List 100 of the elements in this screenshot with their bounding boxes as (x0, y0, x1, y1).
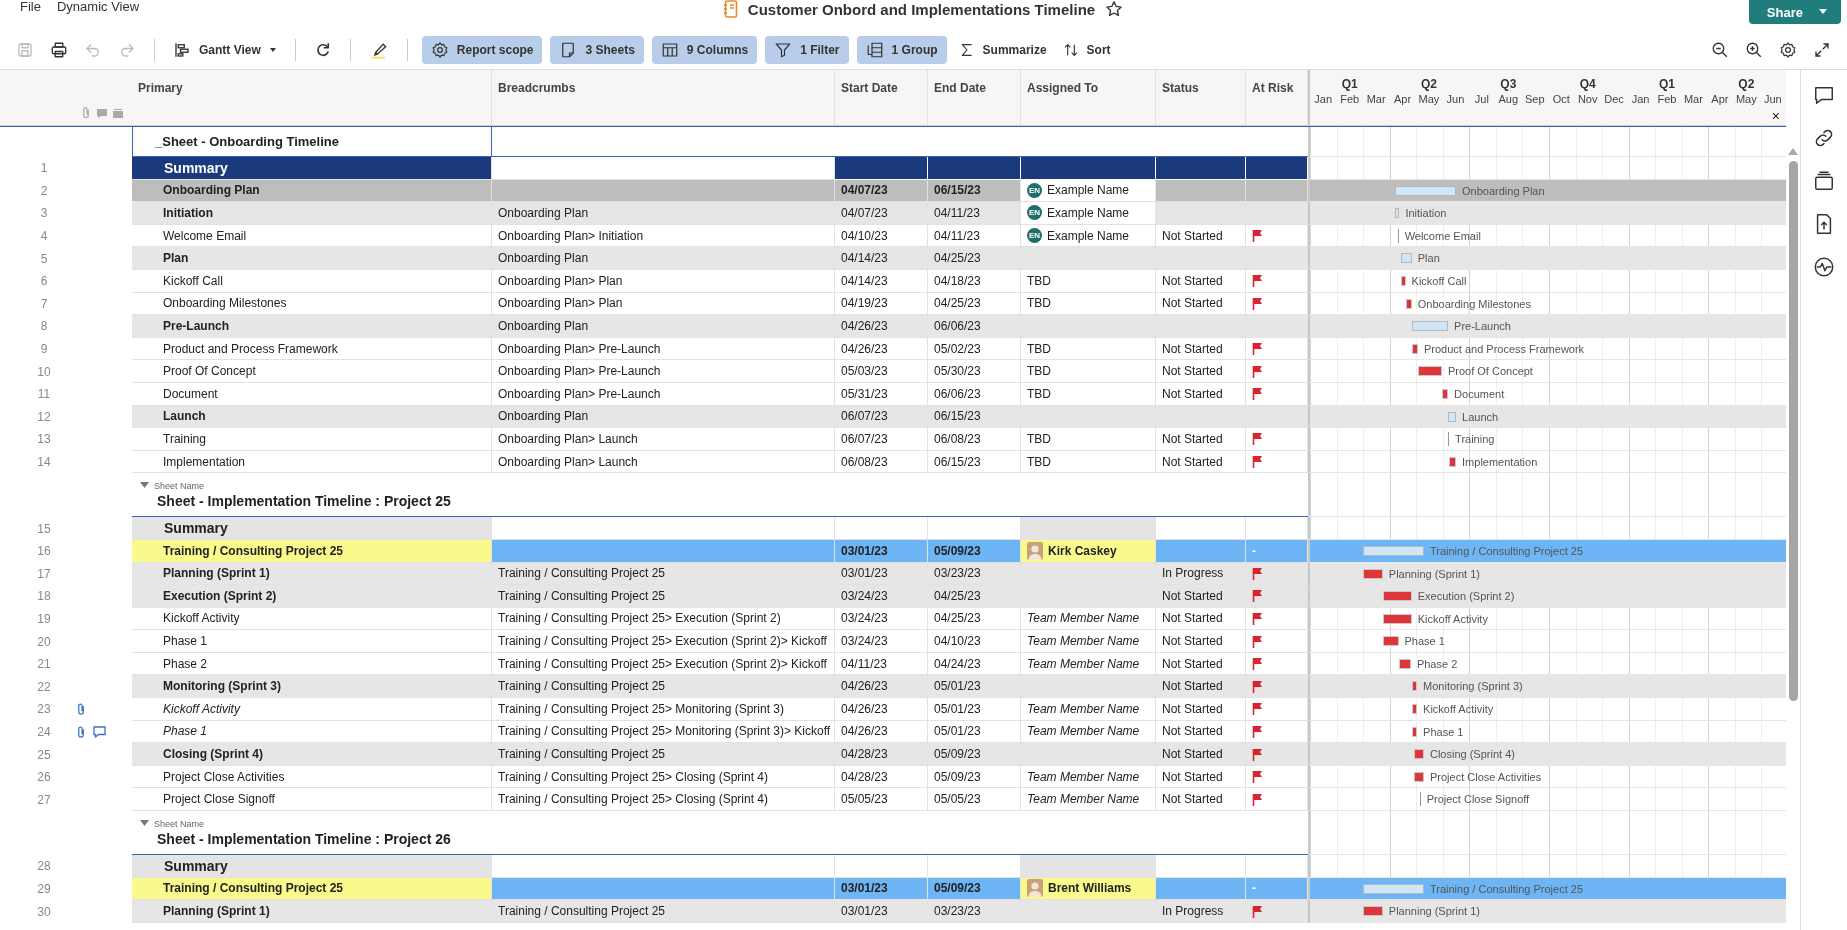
gantt-bar[interactable] (1417, 366, 1442, 377)
gantt-bar[interactable] (1363, 906, 1383, 917)
gantt-bar[interactable] (1382, 613, 1412, 624)
flag-icon[interactable] (1252, 342, 1263, 356)
flag-icon[interactable] (1252, 274, 1263, 288)
table-cell: 06/15/23 (928, 405, 1021, 429)
expand-icon[interactable] (1813, 40, 1831, 59)
month-label: Jan (1313, 93, 1334, 107)
row-number: 22 (36, 679, 52, 694)
toolbar-button[interactable]: 1 Group (856, 35, 947, 64)
toolbar-button[interactable]: Sort (1058, 35, 1115, 64)
gantt-bar[interactable] (1382, 636, 1399, 647)
gantt-bar[interactable] (1441, 388, 1449, 399)
settings-icon[interactable] (1779, 40, 1797, 59)
row-number: 8 (39, 319, 49, 334)
flag-icon[interactable] (1252, 364, 1263, 378)
share-button[interactable]: Share (1748, 0, 1841, 24)
gantt-bar[interactable] (1411, 681, 1418, 692)
flag-icon[interactable] (1252, 679, 1263, 693)
flag-icon[interactable] (1252, 612, 1263, 625)
flag-icon[interactable] (1252, 229, 1263, 243)
table-cell: 06/06/23 (928, 315, 1021, 338)
stack-icon[interactable] (1813, 170, 1835, 192)
gantt-bar-label: Planning (Sprint 1) (1388, 566, 1480, 581)
row-number: 24 (36, 724, 52, 739)
flag-icon[interactable] (1252, 702, 1263, 716)
flag-icon[interactable] (1252, 589, 1263, 603)
table-cell: Training / Consulting Project 25> Closing (Sprint 4) (492, 765, 835, 789)
flag-icon[interactable] (1252, 566, 1263, 580)
gantt-bar[interactable] (1413, 771, 1424, 782)
caret-icon[interactable] (140, 820, 149, 828)
column-header[interactable]: At Risk (1246, 70, 1308, 125)
menu-item[interactable]: Dynamic View (56, 0, 140, 14)
paperclip-icon[interactable] (76, 702, 87, 717)
column-header[interactable]: Breadcrumbs (492, 70, 835, 125)
table-cell: 05/09/23 (928, 765, 1021, 789)
flag-icon[interactable] (1252, 792, 1263, 806)
table-cell: Project Close Signoff (132, 788, 492, 812)
flag-icon[interactable] (1252, 455, 1263, 468)
table-cell: Training / Consulting Project 25 (492, 562, 835, 586)
row-number: 12 (36, 409, 52, 424)
zoom-in-icon[interactable] (1745, 40, 1763, 59)
scroll-up-icon[interactable] (1788, 148, 1798, 155)
gantt-bar[interactable] (1382, 591, 1412, 602)
table-cell: 04/10/23 (928, 630, 1021, 653)
risk-value: - (1252, 881, 1256, 896)
gantt-bar-label: Monitoring (Sprint 3) (1423, 679, 1523, 694)
scrollbar-thumb[interactable] (1788, 161, 1798, 701)
gantt-bar[interactable] (1401, 275, 1406, 286)
flag-icon[interactable] (1252, 387, 1263, 401)
menu-item[interactable]: File (20, 0, 41, 14)
table-cell: Not Started (1156, 743, 1246, 766)
flag-icon[interactable] (1252, 770, 1263, 784)
print-icon[interactable] (50, 40, 68, 59)
caret-icon[interactable] (140, 482, 149, 490)
caret-icon (268, 46, 277, 53)
toolbar-button[interactable]: Summarize (954, 35, 1051, 64)
table-cell: Not Started (1156, 337, 1246, 361)
close-button[interactable]: × (1765, 108, 1786, 124)
assignee-name: TBD (1027, 341, 1051, 356)
table-cell: 04/14/23 (835, 269, 928, 293)
gantt-bar[interactable] (1411, 704, 1418, 715)
column-header[interactable]: Assigned To (1021, 70, 1156, 125)
star-icon[interactable] (1105, 0, 1124, 18)
flag-icon[interactable] (1252, 747, 1263, 761)
toolbar-button[interactable]: 1 Filter (765, 35, 849, 64)
table-cell: 05/09/23 (928, 877, 1021, 901)
flag-icon[interactable] (1252, 724, 1263, 738)
table-cell: 04/25/23 (928, 247, 1021, 270)
toolbar-button[interactable]: Report scope (421, 35, 543, 64)
row-number: 2 (39, 183, 49, 198)
toolbar-button[interactable]: 9 Columns (651, 35, 758, 64)
link-icon[interactable] (1813, 127, 1835, 149)
flag-icon[interactable] (1252, 904, 1263, 918)
flag-icon[interactable] (1252, 296, 1263, 310)
gantt-bar[interactable] (1398, 658, 1411, 669)
row-number: 3 (39, 206, 49, 221)
column-header[interactable]: Status (1156, 70, 1246, 125)
column-header[interactable]: Start Date (835, 70, 928, 125)
gantt-bar[interactable] (1411, 726, 1418, 737)
activity-icon[interactable] (1813, 256, 1835, 278)
gantt-bar[interactable] (1411, 343, 1418, 354)
column-header[interactable]: End Date (928, 70, 1021, 125)
gantt-bar[interactable] (1363, 568, 1383, 579)
gantt-bar[interactable] (1405, 298, 1412, 309)
flag-icon[interactable] (1252, 432, 1263, 446)
gantt-bar[interactable] (1448, 456, 1457, 467)
assignee-name: Team Member Name (1027, 611, 1140, 626)
flag-icon[interactable] (1252, 657, 1263, 671)
flag-icon[interactable] (1252, 634, 1263, 648)
column-header[interactable]: Primary (132, 70, 492, 125)
comment-icon[interactable] (1813, 84, 1835, 106)
paperclip-icon[interactable] (76, 724, 87, 739)
zoom-out-icon[interactable] (1711, 40, 1729, 59)
toolbar-button[interactable]: 3 Sheets (550, 35, 644, 64)
view-dropdown[interactable]: Gantt View (169, 35, 281, 64)
table-cell: In Progress (1156, 900, 1246, 923)
gantt-bar[interactable] (1413, 749, 1424, 760)
table-cell: Training / Consulting Project 25 (492, 900, 835, 923)
row-number: 28 (36, 859, 52, 874)
